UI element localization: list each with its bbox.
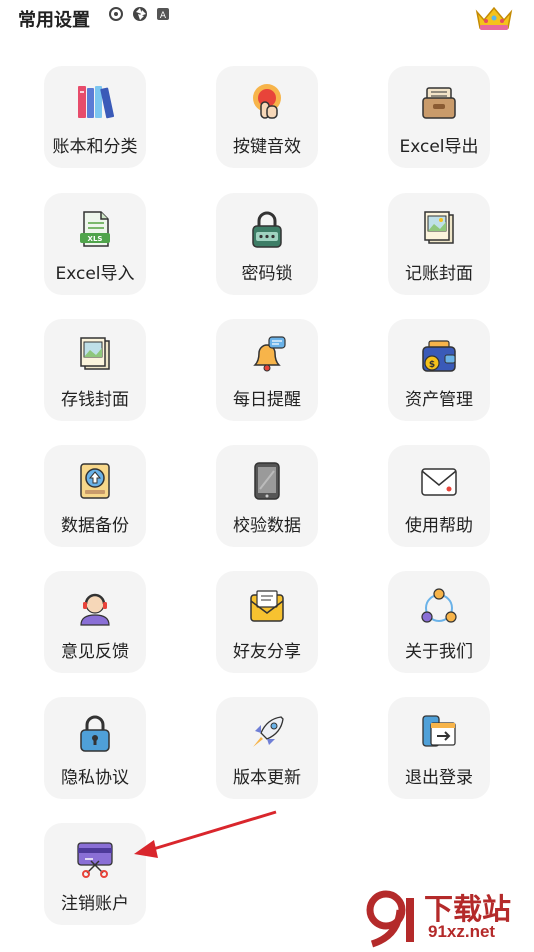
network-circle-icon [421,588,457,623]
logout-screen-icon [422,715,456,747]
tile-label: 关于我们 [405,642,473,662]
headset-agent-icon [80,593,110,626]
password-lock-icon [252,211,282,248]
tile-label: 资产管理 [405,390,473,410]
logout-button[interactable]: 退出登录 [388,697,490,799]
tile-label: Excel导入 [55,264,135,284]
watermark: 下载站 91xz.net [362,888,532,948]
tile-label: 密码锁 [241,264,293,284]
tile-label: 校验数据 [233,516,301,536]
savings-cover-button[interactable]: 存钱封面 [44,319,146,421]
daily-reminder-button[interactable]: 每日提醒 [216,319,318,421]
tile-label: 记账封面 [405,264,473,284]
annotation-arrow [134,810,277,858]
watermark-url: 91xz.net [428,922,496,941]
svg-text:XLS: XLS [88,235,103,243]
svg-text:$: $ [429,360,435,370]
watermark-logo-icon [366,890,414,948]
verify-data-button[interactable]: 校验数据 [216,445,318,547]
cut-card-icon [77,842,113,878]
tablet-icon [254,462,280,500]
photo-icon [80,337,110,370]
password-lock-button[interactable]: 密码锁 [216,193,318,295]
key-sound-button[interactable]: 按键音效 [216,66,318,168]
drawer-icon [422,87,456,119]
version-update-button[interactable]: 版本更新 [216,697,318,799]
rocket-icon [253,716,284,747]
tile-label: 数据备份 [61,516,129,536]
share-mail-icon [250,590,284,622]
excel-export-button[interactable]: Excel导出 [388,66,490,168]
picture-frame-icon [424,211,454,244]
press-button-icon [253,84,281,119]
tile-label: 账本和分类 [52,137,138,157]
tile-label: 使用帮助 [405,516,473,536]
privacy-policy-button[interactable]: 隐私协议 [44,697,146,799]
tile-label: 好友分享 [233,642,301,662]
backup-disk-icon [80,463,110,499]
data-backup-button[interactable]: 数据备份 [44,445,146,547]
tile-label: 退出登录 [405,768,473,788]
tile-label: 按键音效 [233,137,301,157]
books-category-button[interactable]: 账本和分类 [44,66,146,168]
envelope-icon [421,468,457,496]
bookkeeping-cover-button[interactable]: 记账封面 [388,193,490,295]
books-icon [78,86,115,119]
wallet-icon: $ [422,340,456,372]
tile-label: 意见反馈 [61,642,129,662]
tile-label: 注销账户 [61,894,129,914]
asset-management-button[interactable]: $ 资产管理 [388,319,490,421]
feedback-button[interactable]: 意见反馈 [44,571,146,673]
tile-label: 存钱封面 [61,390,129,410]
share-friends-button[interactable]: 好友分享 [216,571,318,673]
help-button[interactable]: 使用帮助 [388,445,490,547]
tile-label: Excel导出 [399,137,479,157]
padlock-icon [80,715,110,752]
tile-label: 隐私协议 [61,768,129,788]
about-us-button[interactable]: 关于我们 [388,571,490,673]
tile-label: 版本更新 [233,768,301,788]
xls-file-icon: XLS [80,211,110,247]
tile-label: 每日提醒 [233,390,301,410]
bell-icon [253,336,286,372]
excel-import-button[interactable]: XLS Excel导入 [44,193,146,295]
